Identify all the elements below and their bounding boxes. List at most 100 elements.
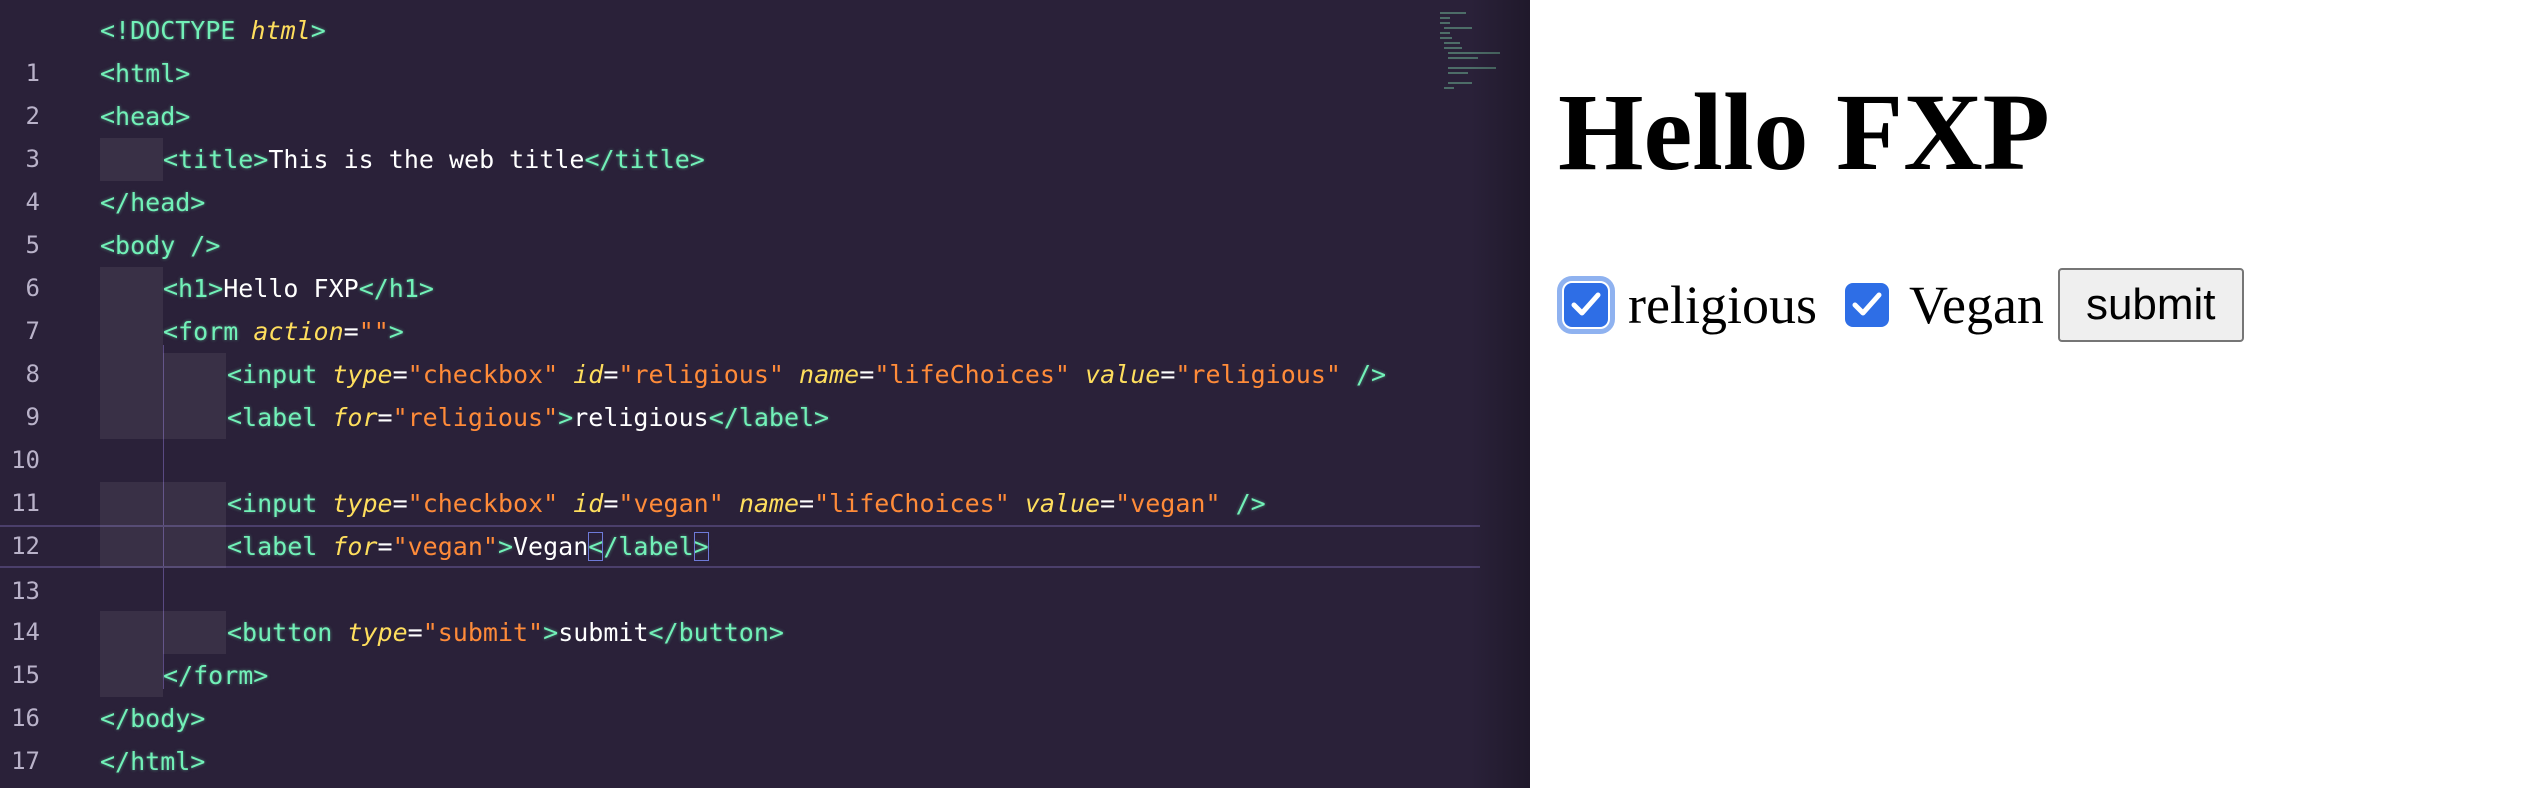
code-token: name bbox=[738, 489, 800, 518]
code-token: name bbox=[799, 360, 860, 389]
code-line-16[interactable]: 16 </form> bbox=[0, 654, 1480, 732]
indent-guide bbox=[100, 396, 163, 439]
code-token: > bbox=[497, 532, 513, 561]
code-token: /> bbox=[1220, 489, 1266, 518]
vegan-label[interactable]: Vegan bbox=[1909, 270, 2044, 340]
code-editor[interactable]: 1 <!DOCTYPE html> 2 <html> 3 <head> 4 <t… bbox=[0, 0, 1530, 788]
code-token: Hello FXP bbox=[223, 274, 359, 303]
matched-bracket: < bbox=[588, 532, 604, 561]
code-token: value bbox=[1085, 360, 1161, 389]
code-token: "" bbox=[358, 317, 389, 346]
code-token: action bbox=[253, 317, 344, 346]
religious-label[interactable]: religious bbox=[1628, 270, 1817, 340]
code-line-10[interactable]: 10 <label for="religious">religious</lab… bbox=[0, 396, 1480, 474]
code-token: "lifeChoices" bbox=[874, 360, 1070, 389]
code-line-13-current[interactable]: 13 <label for="vegan">Vegan</label> bbox=[0, 525, 1480, 605]
code-token: submit bbox=[558, 618, 649, 647]
code-line-2[interactable]: 2 <html> bbox=[0, 52, 1480, 130]
code-line-6[interactable]: 6 <body /> bbox=[0, 224, 1480, 302]
code-line-9[interactable]: 9 <input type="checkbox" id="religious" … bbox=[0, 353, 1480, 431]
code-token: <label bbox=[227, 532, 333, 561]
code-token: </h1> bbox=[358, 274, 434, 303]
code-line-15[interactable]: 15 <button type="submit">submit</button> bbox=[0, 611, 1480, 689]
indent-guide bbox=[100, 654, 163, 697]
code-token: "vegan" bbox=[392, 532, 498, 561]
matched-bracket: > bbox=[693, 532, 709, 561]
code-token: type bbox=[332, 360, 393, 389]
code-token: html bbox=[250, 16, 311, 45]
code-line-8[interactable]: 8 <form action=""> bbox=[0, 310, 1480, 388]
indent-guide bbox=[100, 611, 163, 654]
code-token: religious bbox=[573, 403, 709, 432]
checkmark-icon bbox=[1571, 292, 1601, 316]
code-line-5[interactable]: 5 </head> bbox=[0, 181, 1480, 259]
code-token: type bbox=[332, 489, 393, 518]
code-token: <label bbox=[227, 403, 333, 432]
code-line-7[interactable]: 7 <h1>Hello FXP</h1> bbox=[0, 267, 1480, 345]
indent-guide bbox=[100, 482, 163, 525]
code-token: = bbox=[343, 317, 359, 346]
line-number: 18 bbox=[0, 783, 40, 788]
code-token: value bbox=[1024, 489, 1101, 518]
religious-checkbox[interactable] bbox=[1557, 276, 1615, 334]
code-line-18[interactable]: 18 </html> bbox=[0, 740, 1480, 783]
code-token: id bbox=[573, 489, 604, 518]
vegan-checkbox[interactable] bbox=[1844, 283, 1889, 327]
page-heading: Hello FXP bbox=[1558, 71, 2050, 193]
indent-guide bbox=[163, 353, 226, 396]
code-token: "religious" bbox=[392, 403, 559, 432]
indent-guide bbox=[100, 353, 163, 396]
code-token: > bbox=[543, 618, 559, 647]
code-token: type bbox=[347, 618, 408, 647]
life-choices-form: religious Vegan submit bbox=[1557, 268, 2244, 342]
code-line-4[interactable]: 4 <title>This is the web title</title> bbox=[0, 138, 1480, 216]
code-token: </label> bbox=[708, 403, 830, 432]
code-token: > bbox=[388, 317, 404, 346]
code-token: "lifeChoices" bbox=[814, 489, 1010, 518]
submit-button[interactable]: submit bbox=[2057, 268, 2244, 342]
code-token: <input bbox=[227, 360, 333, 389]
code-token: <h1> bbox=[163, 274, 224, 303]
code-token: Vegan bbox=[513, 532, 589, 561]
code-line-11[interactable]: 11 bbox=[0, 439, 1480, 517]
code-line-3[interactable]: 3 <head> bbox=[0, 95, 1480, 173]
code-token: > bbox=[310, 16, 326, 45]
code-token: /> bbox=[1340, 360, 1387, 389]
code-token: </head> bbox=[100, 188, 206, 217]
code-line-14[interactable]: 14 bbox=[0, 568, 1480, 646]
indent-guide bbox=[100, 267, 163, 310]
indent-guide bbox=[100, 138, 163, 181]
code-token: "religious" bbox=[618, 360, 784, 389]
code-token: <!DOCTYPE bbox=[100, 16, 251, 45]
code-token: "checkbox" bbox=[407, 489, 559, 518]
code-token: </title> bbox=[584, 145, 705, 174]
code-token: "checkbox" bbox=[407, 360, 559, 389]
code-token: "vegan" bbox=[618, 489, 724, 518]
code-line-12[interactable]: 12 <input type="checkbox" id="vegan" nam… bbox=[0, 482, 1480, 560]
code-token: "religious" bbox=[1175, 360, 1341, 389]
code-line-17[interactable]: 17 </body> bbox=[0, 697, 1480, 775]
indent-guide bbox=[100, 525, 163, 568]
code-token: > bbox=[558, 403, 574, 432]
code-token: </body> bbox=[100, 704, 206, 733]
code-token: This is the web title bbox=[268, 145, 585, 174]
code-line-1[interactable]: 1 <!DOCTYPE html> bbox=[0, 9, 1480, 87]
indent-guide bbox=[163, 525, 226, 568]
code-token: /label bbox=[603, 532, 694, 561]
code-token: </html> bbox=[100, 747, 206, 776]
code-token: <body /> bbox=[100, 231, 221, 260]
code-token: "submit" bbox=[422, 618, 544, 647]
code-token: <head> bbox=[100, 102, 191, 131]
code-token: </button> bbox=[648, 618, 784, 647]
code-token: </form> bbox=[163, 661, 269, 690]
indent-guide bbox=[163, 611, 226, 654]
code-token: <form bbox=[163, 317, 254, 346]
indent-guide bbox=[163, 482, 226, 525]
code-token: for bbox=[332, 403, 378, 432]
code-token: "vegan" bbox=[1115, 489, 1221, 518]
code-token: id bbox=[573, 360, 604, 389]
code-token: <html> bbox=[100, 59, 191, 88]
code-token: <title> bbox=[163, 145, 269, 174]
code-token: for bbox=[332, 532, 378, 561]
checkmark-icon bbox=[1852, 292, 1882, 316]
